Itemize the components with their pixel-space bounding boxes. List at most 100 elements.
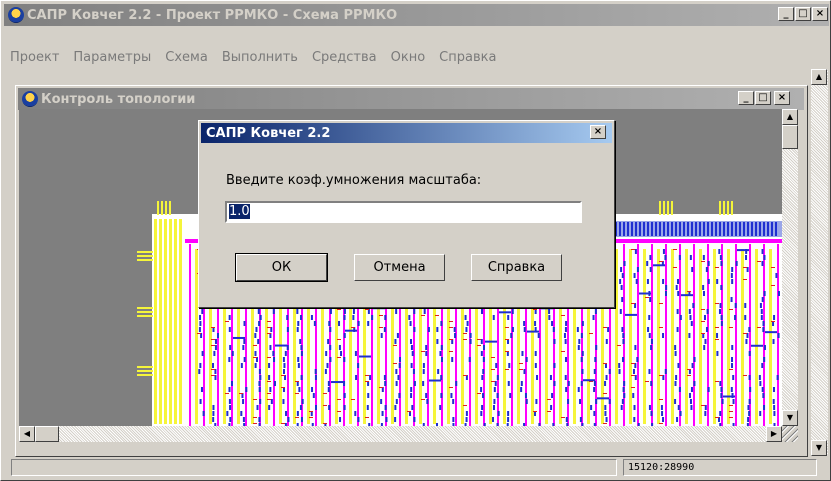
blue-trace	[451, 357, 454, 362]
red-mark	[771, 285, 775, 286]
scroll-up-button[interactable]: ▲	[811, 69, 827, 85]
red-mark	[267, 327, 271, 328]
maximize-button[interactable]: □	[795, 7, 811, 21]
blue-trace	[689, 399, 692, 404]
red-mark	[687, 291, 691, 292]
blue-trace	[761, 387, 764, 392]
size-grip[interactable]	[782, 426, 798, 442]
blue-trace	[411, 351, 414, 356]
minimize-button[interactable]: _	[778, 7, 794, 21]
child-minimize-button[interactable]: _	[738, 91, 754, 105]
menu-item-help[interactable]: Справка	[432, 50, 503, 65]
blue-trace	[691, 267, 694, 272]
child-scroll-down-button[interactable]: ▼	[782, 410, 798, 426]
menu-item-window[interactable]: Окно	[384, 50, 433, 65]
child-horizontal-scrollbar[interactable]: ◀ ▶	[19, 426, 782, 442]
blue-trace	[511, 309, 514, 314]
menu-item-scheme[interactable]: Схема	[158, 50, 215, 65]
red-mark	[659, 423, 663, 424]
blue-trace	[482, 357, 485, 362]
blue-trace	[702, 255, 705, 260]
blue-trace	[439, 405, 442, 410]
close-button[interactable]: ×	[812, 7, 828, 21]
scroll-down-button[interactable]: ▼	[811, 440, 827, 456]
red-mark	[295, 417, 299, 418]
child-scroll-left-button[interactable]: ◀	[19, 426, 35, 442]
blue-trace	[760, 315, 763, 320]
pad-strip	[741, 249, 744, 424]
red-mark	[197, 333, 201, 334]
child-vertical-thumb[interactable]	[782, 125, 798, 149]
child-vertical-scrollbar[interactable]: ▲ ▼	[782, 109, 798, 426]
blue-trace	[564, 375, 567, 380]
blue-trace	[716, 333, 719, 338]
menu-item-execute[interactable]: Выполнить	[215, 50, 305, 65]
blue-trace	[408, 315, 411, 320]
blue-link	[429, 379, 441, 382]
blue-trace	[716, 279, 719, 284]
blue-trace	[366, 405, 369, 410]
routing-line	[763, 222, 765, 236]
child-horizontal-thumb[interactable]	[35, 426, 59, 442]
blue-trace	[664, 369, 667, 374]
child-maximize-button[interactable]: □	[755, 91, 771, 105]
scale-factor-input[interactable]: 1.0	[225, 201, 582, 223]
blue-trace	[200, 387, 203, 392]
blue-trace	[338, 321, 341, 326]
menu-item-tools[interactable]: Средства	[305, 50, 384, 65]
menu-item-parameters[interactable]: Параметры	[66, 50, 158, 65]
blue-trace	[762, 321, 765, 326]
blue-trace	[296, 327, 299, 332]
cancel-button[interactable]: Отмена	[354, 254, 445, 281]
blue-trace	[298, 387, 301, 392]
child-title-bar[interactable]: Контроль топологии _ □ ×	[18, 88, 804, 110]
blue-trace	[732, 375, 735, 380]
routing-line	[743, 222, 745, 236]
red-mark	[365, 381, 369, 382]
help-button[interactable]: Справка	[471, 254, 562, 281]
main-vertical-scrollbar[interactable]: ▲ ▼	[811, 69, 828, 456]
magenta-rail	[735, 244, 737, 426]
blue-trace	[564, 357, 567, 362]
pad-strip	[699, 249, 702, 424]
red-mark	[477, 345, 481, 346]
blue-trace	[282, 399, 285, 404]
blue-trace	[635, 279, 638, 284]
blue-trace	[268, 405, 271, 410]
routing-line	[679, 222, 681, 236]
blue-trace	[664, 255, 667, 260]
main-title-bar[interactable]: САПР Ковчег 2.2 - Проект РРМКО - Схема Р…	[4, 4, 829, 26]
blue-trace	[520, 387, 523, 392]
blue-trace	[469, 333, 472, 338]
child-scroll-right-button[interactable]: ▶	[766, 426, 782, 442]
child-scroll-up-button[interactable]: ▲	[782, 109, 798, 125]
blue-trace	[593, 369, 596, 374]
child-close-button[interactable]: ×	[774, 91, 790, 105]
ok-button[interactable]: ОК	[235, 253, 328, 282]
dialog-title-bar[interactable]: САПР Ковчег 2.2 ×	[201, 123, 612, 143]
red-mark	[659, 303, 663, 304]
routing-line	[735, 222, 737, 236]
blue-trace	[465, 411, 468, 416]
blue-trace	[705, 267, 708, 272]
menu-item-project[interactable]: Проект	[3, 50, 66, 65]
blue-trace	[396, 333, 399, 338]
blue-trace	[272, 309, 275, 314]
blue-trace	[256, 405, 259, 410]
dialog-close-button[interactable]: ×	[590, 125, 606, 139]
routing-line	[659, 222, 661, 236]
blue-trace	[231, 351, 234, 356]
red-mark	[295, 381, 299, 382]
connector-stub	[137, 315, 153, 317]
red-mark	[435, 315, 439, 316]
blue-trace	[621, 327, 624, 332]
blue-trace	[731, 357, 734, 362]
blue-trace	[286, 315, 289, 320]
blue-trace	[493, 399, 496, 404]
red-mark	[407, 411, 411, 412]
blue-trace	[748, 375, 751, 380]
blue-trace	[688, 309, 691, 314]
blue-trace	[257, 339, 260, 344]
red-mark	[491, 369, 495, 370]
blue-trace	[480, 411, 483, 416]
